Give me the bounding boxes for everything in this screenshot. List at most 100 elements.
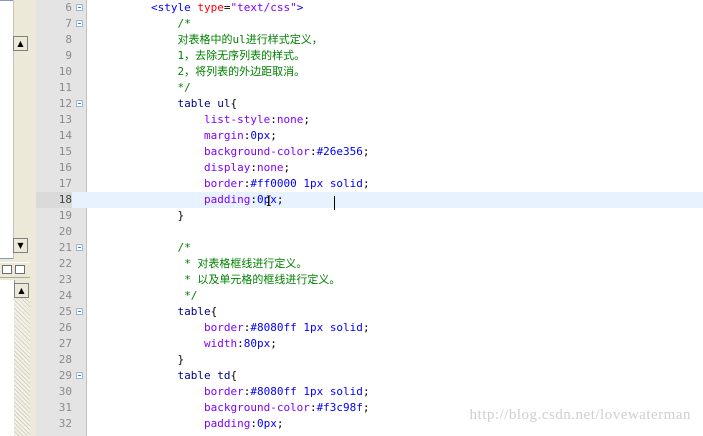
token-property: border: [203, 321, 244, 334]
token-property: padding: [203, 193, 251, 206]
code-text: */: [98, 288, 197, 304]
token-comment: 1，去除无序列表的样式。: [177, 49, 306, 62]
code-text: table ul{: [98, 96, 237, 112]
line-number: 27: [58, 337, 72, 350]
maximize-pane-icon[interactable]: [15, 265, 25, 274]
line-number: 22: [58, 257, 72, 270]
token-tag: >: [296, 1, 304, 14]
token-number: #8080ff 1px solid: [250, 321, 363, 334]
token-selector: table: [177, 305, 211, 318]
token-punct: :: [309, 401, 317, 414]
scrollbar-track[interactable]: [14, 298, 30, 436]
code-text: 2，将列表的外边距取消。: [98, 64, 305, 80]
lower-panel[interactable]: [0, 280, 15, 436]
token-comment: 2，将列表的外边距取消。: [177, 65, 306, 78]
line-number: 16: [58, 161, 72, 174]
code-line[interactable]: 17 border:#ff0000 1px solid;: [36, 176, 703, 192]
code-line[interactable]: 23 * 以及单元格的框线进行定义。: [36, 272, 703, 288]
code-line[interactable]: 29 table td{: [36, 368, 703, 384]
triangle-down-icon: ▼: [17, 241, 24, 250]
token-punct: }: [177, 209, 185, 222]
line-number: 26: [58, 321, 72, 334]
code-line[interactable]: 30 border:#8080ff 1px solid;: [36, 384, 703, 400]
code-text: }: [98, 208, 184, 224]
code-line[interactable]: 18 padding:0px;: [36, 192, 703, 208]
fold-toggle-icon[interactable]: [76, 4, 83, 11]
pane-header: [0, 262, 30, 278]
line-number: 7: [65, 17, 72, 30]
code-line[interactable]: 12 table ul{: [36, 96, 703, 112]
token-punct: }: [177, 353, 185, 366]
code-line[interactable]: 26 border:#8080ff 1px solid;: [36, 320, 703, 336]
scroll-up-button-lower[interactable]: ▲: [14, 283, 29, 298]
code-line[interactable]: 20: [36, 224, 703, 240]
line-number: 17: [58, 177, 72, 190]
token-comment: * 以及单元格的框线进行定义。: [184, 273, 341, 286]
token-number: #ff0000 1px solid: [250, 177, 363, 190]
token-comment: */: [184, 289, 198, 302]
code-line[interactable]: 9 1，去除无序列表的样式。: [36, 48, 703, 64]
code-line[interactable]: 27 width:80px;: [36, 336, 703, 352]
code-text: table{: [98, 304, 217, 320]
code-text: 对表格中的ul进行样式定义，: [98, 32, 323, 48]
token-punct: ;: [362, 321, 370, 334]
token-punct: ;: [276, 193, 284, 206]
fold-toggle-icon[interactable]: [76, 100, 83, 107]
token-selector: table ul: [177, 97, 231, 110]
code-text: * 以及单元格的框线进行定义。: [98, 272, 340, 288]
code-line[interactable]: 14 margin:0px;: [36, 128, 703, 144]
fold-toggle-icon[interactable]: [76, 20, 83, 27]
token-number: #26e356: [316, 145, 363, 158]
token-punct: ;: [303, 113, 310, 126]
code-line[interactable]: 25 table{: [36, 304, 703, 320]
code-line[interactable]: 16 display:none;: [36, 160, 703, 176]
code-text: background-color:#26e356;: [98, 144, 370, 160]
triangle-up-icon: ▲: [18, 286, 25, 295]
token-property: border: [203, 385, 244, 398]
code-text: <style type="text/css">: [98, 0, 303, 16]
code-text: padding:0px;: [98, 192, 283, 208]
code-text: list-style:none;: [98, 112, 310, 128]
token-comment: /*: [177, 17, 191, 30]
code-editor[interactable]: 6 <style type="text/css"> 7 /* 8 对表格中的ul进行…: [36, 0, 703, 436]
code-text: border:#ff0000 1px solid;: [98, 176, 370, 192]
line-number: 24: [58, 289, 72, 302]
token-punct: ;: [362, 145, 370, 158]
token-comment: /*: [177, 241, 191, 254]
token-comment: 对表格中的ul进行样式定义，: [177, 33, 323, 46]
code-line[interactable]: 24 */: [36, 288, 703, 304]
fold-toggle-icon[interactable]: [76, 244, 83, 251]
token-punct: :: [250, 417, 257, 430]
line-number: 31: [58, 401, 72, 414]
fold-toggle-icon[interactable]: [76, 308, 83, 315]
fold-toggle-icon[interactable]: [76, 372, 83, 379]
token-property: padding: [203, 417, 251, 430]
code-line[interactable]: 21 /*: [36, 240, 703, 256]
token-value: "text/css": [230, 1, 297, 14]
line-number: 8: [65, 33, 72, 46]
line-number: 21: [58, 241, 72, 254]
token-property: margin: [203, 129, 244, 142]
code-line[interactable]: 10 2，将列表的外边距取消。: [36, 64, 703, 80]
restore-pane-icon[interactable]: [2, 265, 12, 274]
token-selector: table td: [177, 369, 231, 382]
scroll-up-button[interactable]: ▲: [13, 36, 28, 51]
line-number: 25: [58, 305, 72, 318]
code-line[interactable]: 8 对表格中的ul进行样式定义，: [36, 32, 703, 48]
code-line[interactable]: 6 <style type="text/css">: [36, 0, 703, 16]
code-line[interactable]: 7 /*: [36, 16, 703, 32]
token-comment: * 对表格框线进行定义。: [184, 257, 308, 270]
code-line[interactable]: 19 }: [36, 208, 703, 224]
token-number: 0px: [256, 417, 277, 430]
line-number: 11: [58, 81, 72, 94]
token-attr: type: [197, 1, 224, 14]
token-value: none: [276, 113, 304, 126]
code-line[interactable]: 11 */: [36, 80, 703, 96]
code-line[interactable]: 28 }: [36, 352, 703, 368]
code-line[interactable]: 13 list-style:none;: [36, 112, 703, 128]
code-line[interactable]: 15 background-color:#26e356;: [36, 144, 703, 160]
code-line[interactable]: 22 * 对表格框线进行定义。: [36, 256, 703, 272]
line-number: 19: [58, 209, 72, 222]
scroll-down-button[interactable]: ▼: [13, 238, 28, 253]
code-text: 1，去除无序列表的样式。: [98, 48, 305, 64]
